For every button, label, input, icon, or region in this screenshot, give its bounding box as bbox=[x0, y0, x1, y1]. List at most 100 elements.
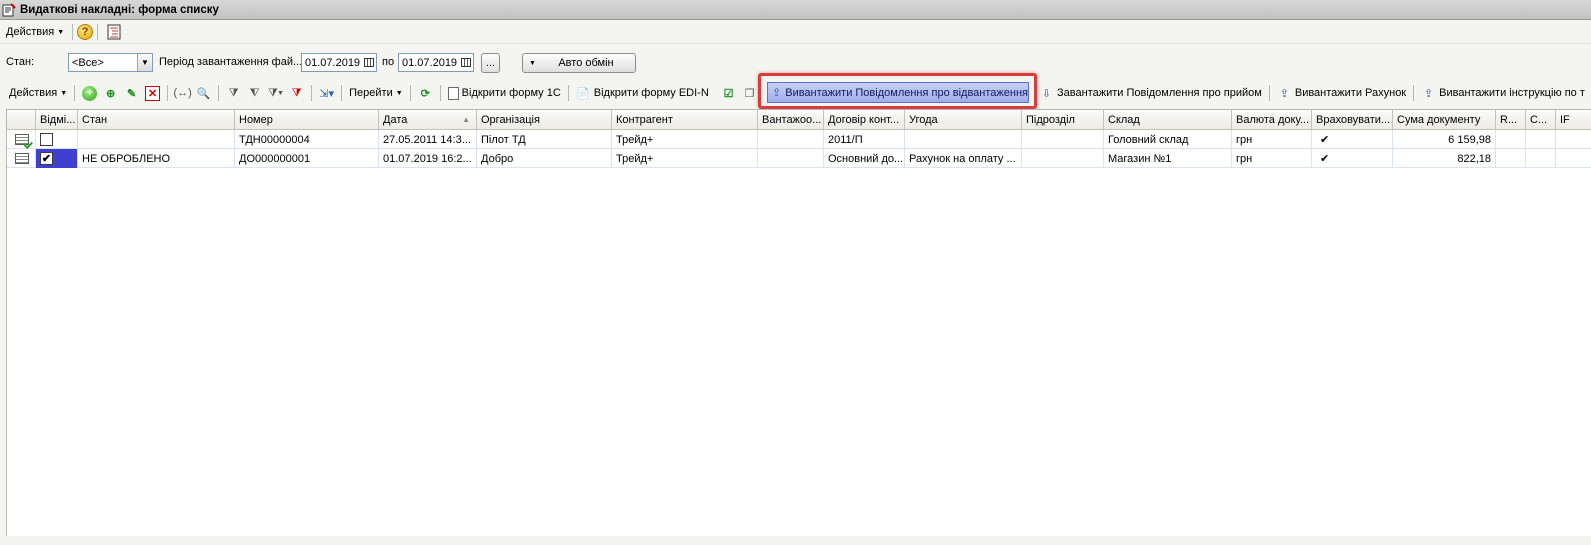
filter-clear-button[interactable]: ⧩ bbox=[286, 82, 307, 104]
output-list-button[interactable]: ⇲▾ bbox=[316, 82, 337, 104]
column-header[interactable]: Договір конт... bbox=[824, 110, 905, 130]
ellipsis-button[interactable]: ... bbox=[481, 53, 500, 73]
documents-grid[interactable]: Відмі... Стан Номер Дата ▲ Організація К… bbox=[6, 109, 1591, 536]
structure-icon[interactable] bbox=[102, 22, 126, 42]
state-cell bbox=[78, 130, 235, 149]
separator bbox=[97, 24, 99, 40]
check-all-button[interactable]: ☑ bbox=[718, 82, 739, 104]
pencil-icon: ✎ bbox=[127, 87, 137, 100]
filter-off-icon: ⧩ bbox=[291, 86, 302, 99]
chevron-down-icon[interactable]: ▼ bbox=[137, 54, 152, 71]
column-header[interactable]: IF bbox=[1556, 110, 1591, 130]
mark-cell[interactable]: ✔ bbox=[36, 149, 78, 168]
auto-exchange-button[interactable]: ▼ Авто обмін bbox=[522, 53, 636, 73]
contractor-cell: Трейд+ bbox=[612, 149, 758, 168]
help-icon[interactable]: ? bbox=[77, 24, 94, 40]
state-cell: НЕ ОБРОБЛЕНО bbox=[78, 149, 235, 168]
copy-button[interactable]: ⊕ bbox=[100, 82, 121, 104]
edi-document-icon: 📄 bbox=[576, 87, 591, 100]
column-header[interactable]: Вантажоо... bbox=[758, 110, 824, 130]
column-header[interactable]: С... bbox=[1526, 110, 1556, 130]
form-menubar: Действия ▼ ? bbox=[0, 21, 1591, 44]
separator bbox=[409, 85, 411, 101]
column-header[interactable]: Підрозділ bbox=[1022, 110, 1104, 130]
filter-value-button[interactable]: ⧨ bbox=[244, 82, 265, 104]
r-cell bbox=[1496, 130, 1526, 149]
export-icon: ⇪ bbox=[1424, 87, 1434, 100]
export-instruction-button[interactable]: ⇪ Вивантажити інструкцію по т bbox=[1418, 82, 1588, 104]
date-to-field[interactable]: 01.07.2019 bbox=[398, 53, 474, 72]
export-icon: ⇪ bbox=[772, 87, 782, 99]
chevron-down-icon: ▼ bbox=[395, 89, 403, 97]
chevron-down-icon: ▼ bbox=[57, 28, 65, 36]
open-1c-label: Відкрити форму 1С bbox=[461, 87, 561, 99]
column-header[interactable]: Угода bbox=[905, 110, 1022, 130]
separator bbox=[74, 85, 76, 101]
document-icon bbox=[447, 86, 459, 100]
refresh-button[interactable]: ⟳ bbox=[415, 82, 436, 104]
document-icon bbox=[15, 153, 29, 164]
column-header[interactable]: Склад bbox=[1104, 110, 1232, 130]
find-button[interactable]: 🔍 bbox=[193, 82, 214, 104]
table-row[interactable]: ✔ НЕ ОБРОБЛЕНО ДО000000001 01.07.2019 16… bbox=[7, 149, 1591, 168]
calendar-icon[interactable] bbox=[362, 54, 376, 71]
mark-checkbox[interactable] bbox=[40, 133, 53, 146]
consignee-cell bbox=[758, 130, 824, 149]
separator bbox=[311, 85, 313, 101]
separator bbox=[167, 85, 169, 101]
to-label: по bbox=[382, 56, 395, 68]
column-header[interactable]: Сума документу bbox=[1393, 110, 1496, 130]
export-invoice-button[interactable]: ⇪ Вивантажити Рахунок bbox=[1274, 82, 1409, 104]
delete-button[interactable]: ✕ bbox=[142, 82, 163, 104]
filter-list-button[interactable]: ⧩▾ bbox=[265, 82, 286, 104]
consider-cell: ✔ bbox=[1312, 149, 1393, 168]
open-edin-button[interactable]: 📄 Відкрити форму EDI-N bbox=[573, 82, 712, 104]
if-cell bbox=[1556, 130, 1591, 149]
state-select[interactable]: <Все> ▼ bbox=[68, 53, 153, 72]
column-header[interactable]: Контрагент bbox=[612, 110, 758, 130]
separator bbox=[1268, 85, 1270, 101]
column-header[interactable]: R... bbox=[1496, 110, 1526, 130]
interval-icon: (↔) bbox=[173, 87, 192, 99]
open-1c-button[interactable]: Відкрити форму 1С bbox=[445, 82, 564, 104]
contract-cell: Основний до... bbox=[824, 149, 905, 168]
calendar-icon[interactable] bbox=[459, 54, 473, 71]
state-select-value: <Все> bbox=[72, 56, 104, 69]
list-actions-menu[interactable]: Действия ▼ bbox=[6, 82, 70, 104]
table-row[interactable]: ТДН00000004 27.05.2011 14:3... Пілот ТД … bbox=[7, 130, 1591, 149]
column-header[interactable]: Відмі... bbox=[36, 110, 78, 130]
column-header-date[interactable]: Дата ▲ bbox=[379, 110, 477, 130]
consider-cell: ✔ bbox=[1312, 130, 1393, 149]
filter-set-button[interactable]: ⧩ bbox=[223, 82, 244, 104]
date-to-value: 01.07.2019 bbox=[402, 56, 458, 69]
export-icon: ⇪ bbox=[1279, 87, 1289, 100]
mark-cell[interactable] bbox=[36, 130, 78, 149]
division-cell bbox=[1022, 130, 1104, 149]
separator bbox=[218, 85, 220, 101]
column-header[interactable]: Номер bbox=[235, 110, 379, 130]
sort-icon: ▲ bbox=[462, 115, 470, 124]
interval-button[interactable]: (↔) bbox=[172, 82, 193, 104]
currency-cell: грн bbox=[1232, 149, 1312, 168]
number-cell: ДО000000001 bbox=[235, 149, 379, 168]
column-header[interactable]: Валюта доку... bbox=[1232, 110, 1312, 130]
column-header[interactable]: Організація bbox=[477, 110, 612, 130]
column-header[interactable]: Стан bbox=[78, 110, 235, 130]
form-actions-menu[interactable]: Действия ▼ bbox=[2, 22, 68, 42]
contract-cell: 2011/П bbox=[824, 130, 905, 149]
goto-menu[interactable]: Перейти ▼ bbox=[346, 82, 406, 104]
date-from-value: 01.07.2019 bbox=[305, 56, 361, 69]
column-header[interactable]: Враховувати... bbox=[1312, 110, 1393, 130]
export-shipment-notice-button[interactable]: ⇪ Вивантажити Повідомлення про відвантаж… bbox=[767, 82, 1029, 103]
load-receipt-notice-button[interactable]: ⇩ Завантажити Повідомлення про прийом bbox=[1036, 82, 1265, 104]
export-instruction-label: Вивантажити інструкцію по т bbox=[1439, 87, 1585, 99]
list-actions-label: Действия bbox=[9, 87, 58, 99]
warehouse-cell: Головний склад bbox=[1104, 130, 1232, 149]
division-cell bbox=[1022, 149, 1104, 168]
edit-button[interactable]: ✎ bbox=[121, 82, 142, 104]
windows-button[interactable]: ❐ bbox=[739, 82, 760, 104]
mark-checkbox[interactable]: ✔ bbox=[40, 152, 53, 165]
refresh-icon: ⟳ bbox=[420, 87, 430, 100]
add-button[interactable]: + bbox=[79, 82, 100, 104]
date-from-field[interactable]: 01.07.2019 bbox=[301, 53, 377, 72]
